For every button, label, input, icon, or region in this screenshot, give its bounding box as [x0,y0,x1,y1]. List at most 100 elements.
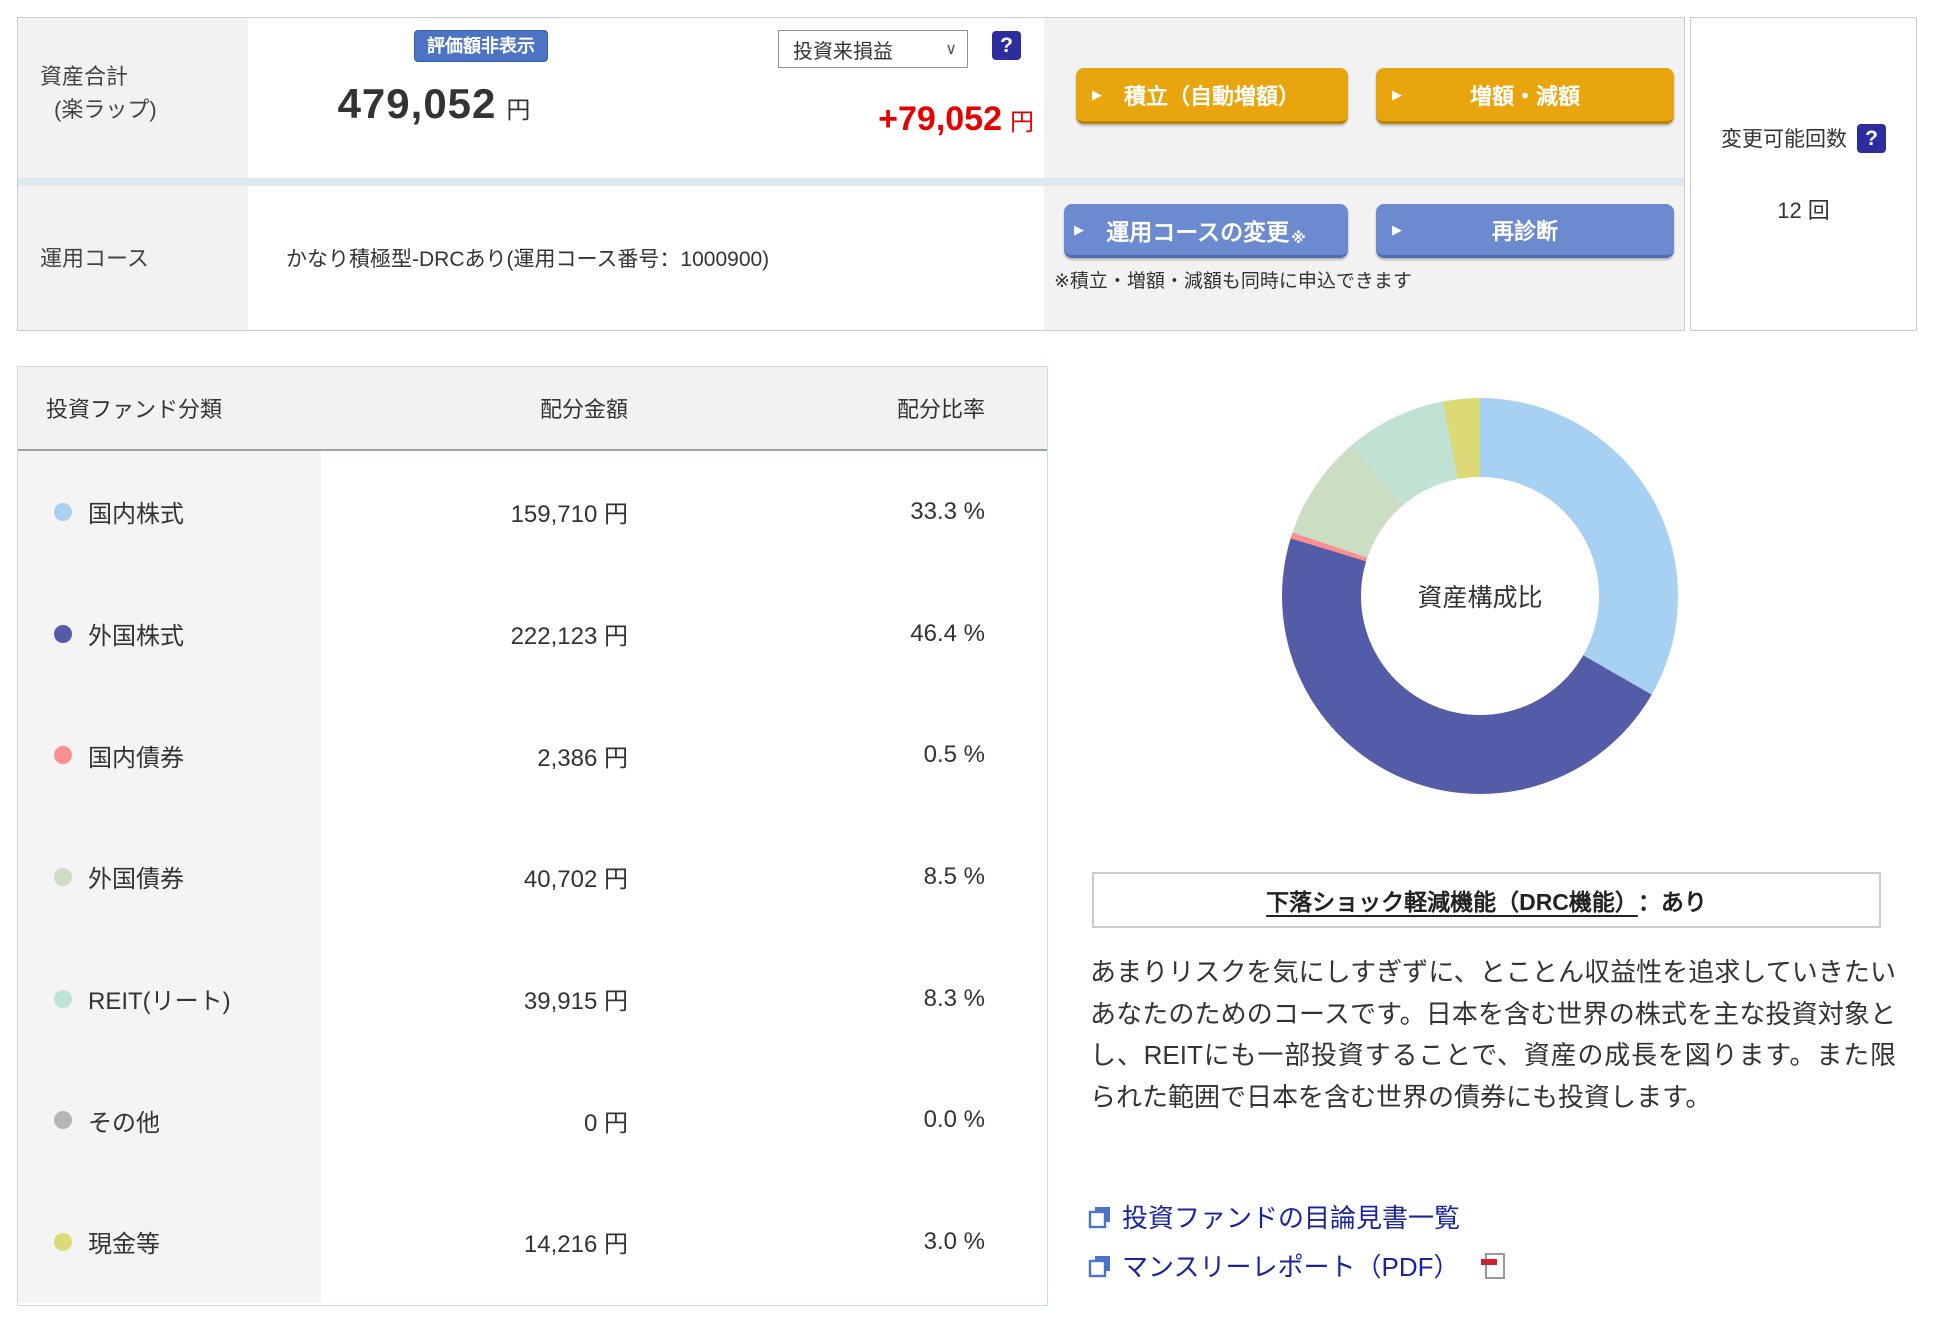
category-color-bullet-icon [54,624,72,643]
category-color-bullet-icon [54,867,72,886]
asset-total-row: 資産合計 (楽ラップ) 評価額非表示 479,052 円 投資来損益 ∨ ? +7… [18,18,1684,178]
tsumitate-button[interactable]: ▶ 積立（自動増額） [1076,68,1348,124]
allocation-amount-cell: 222,123 円 [510,623,628,651]
allocation-ratio-cell: 0.0 % [923,1106,985,1134]
fund-category-label: 外国株式 [88,623,184,651]
zougaku-button-label: 増額・減額 [1469,83,1580,109]
category-color-bullet-icon [54,989,72,1008]
drc-feature-box: 下落ショック軽減機能（DRC機能） ：あり [1092,872,1881,928]
fund-category-label: 国内株式 [88,501,184,529]
profit-period-select[interactable]: 投資来損益 ∨ [778,30,968,68]
course-change-button[interactable]: ▶ 運用コースの変更 ※ [1064,204,1348,258]
header-category: 投資ファンド分類 [46,397,223,422]
allocation-amount-cell: 39,915 円 [523,988,628,1016]
allocation-amount-cell: 14,216 円 [523,1231,628,1259]
allocation-amount-cell: 40,702 円 [523,866,628,894]
allocation-ratio-cell: 3.0 % [923,1227,985,1255]
donut-center-label: 資産構成比 [1361,477,1599,715]
allocation-ratio-cell: 0.5 % [923,741,985,769]
monthly-report-link-label: マンスリーレポート（PDF） [1122,1252,1460,1282]
course-value-text: かなり積極型-DRCあり(運用コース番号：1000900) [286,248,770,271]
asset-composition-donut-chart: 資産構成比 [1282,398,1678,794]
chevron-down-icon: ∨ [945,41,957,58]
tsumitate-button-label: 積立（自動増額） [1123,83,1300,109]
fund-category-cell: 現金等 [18,1181,321,1303]
category-color-bullet-icon [54,746,72,765]
asset-total-label-sub: (楽ラップ) [54,97,157,122]
change-count-panel: 変更可能回数 ? 12 回 [1690,17,1917,331]
button-arrow-icon: ▶ [1392,86,1402,102]
new-window-icon [1088,1206,1110,1228]
profit-help-icon[interactable]: ? [992,31,1021,60]
fund-category-label: 現金等 [88,1231,160,1259]
allocation-ratio-cell: 33.3 % [910,497,985,525]
header-ratio: 配分比率 [896,397,985,422]
allocation-ratio-cell: 8.3 % [923,984,985,1012]
change-count-label: 変更可能回数 [1721,128,1847,151]
fund-category-cell: 国内債券 [18,694,321,817]
fund-category-label: REIT(リート) [88,988,231,1016]
monthly-report-link[interactable]: マンスリーレポート（PDF） [1088,1247,1509,1284]
asset-total-buttons-cell: ▶ 積立（自動増額） ▶ 増額・減額 [1044,18,1684,178]
asset-total-label-main: 資産合計 [40,64,129,89]
fund-category-label: 国内債券 [88,744,184,772]
table-row: 外国株式 222,123 円 46.4 % [18,572,1047,695]
allocation-amount-cell: 2,386 円 [537,744,628,772]
table-row: 国内債券 2,386 円 0.5 % [18,694,1047,817]
button-arrow-icon: ▶ [1392,221,1402,237]
change-count-help-icon[interactable]: ? [1857,123,1886,153]
allocation-ratio-cell: 46.4 % [910,619,985,647]
asset-total-value-cell: 評価額非表示 479,052 円 投資来損益 ∨ ? +79,052 円 [248,18,1044,178]
asset-total-unit: 円 [506,97,531,124]
course-change-mark: ※ [1291,230,1306,247]
allocation-amount-cell: 0 円 [583,1109,628,1137]
fund-category-cell: 国内株式 [18,451,321,573]
hide-valuation-badge[interactable]: 評価額非表示 [414,30,548,62]
drc-feature-title: 下落ショック軽減機能（DRC機能） [1266,889,1638,915]
profit-amount: +79,052 円 [878,100,1034,139]
fund-category-label: 外国債券 [88,866,184,894]
course-value-cell: かなり積極型-DRCあり(運用コース番号：1000900) [248,186,1044,330]
allocation-table-header: 投資ファンド分類 配分金額 配分比率 [18,367,1047,451]
allocation-table-body: 国内株式 159,710 円 33.3 % 外国株式 222,123 円 46.4 % 国内… [18,451,1047,1303]
document-links: 投資ファンドの目論見書一覧 マンスリーレポート（PDF） [1088,1198,1509,1284]
change-count-value: 12 回 [1777,198,1830,223]
category-color-bullet-icon [54,1232,72,1251]
button-arrow-icon: ▶ [1092,86,1102,102]
course-row: 運用コース かなり積極型-DRCあり(運用コース番号：1000900) ▶ 運用… [18,186,1684,330]
zougaku-genngaku-button[interactable]: ▶ 増額・減額 [1376,68,1674,124]
profit-period-selected: 投資来損益 [793,40,893,63]
simultaneous-apply-note: ※積立・増額・減額も同時に申込できます [1054,271,1412,292]
course-description: あまりリスクを気にしすぎずに、とことん収益性を追求していきたいあなたのためのコー… [1090,957,1896,1112]
profit-number: +79,052 [878,100,1002,138]
allocation-amount-cell: 159,710 円 [510,501,628,529]
table-row: その他 0 円 0.0 % [18,1059,1047,1182]
fund-category-cell: 外国債券 [18,816,321,938]
table-row: REIT(リート) 39,915 円 8.3 % [18,937,1047,1060]
fund-category-label: その他 [88,1109,160,1137]
fund-category-cell: その他 [18,1059,321,1182]
table-row: 現金等 14,216 円 3.0 % [18,1181,1047,1303]
fund-category-cell: 外国株式 [18,572,321,695]
asset-total-amount: 479,052 円 [264,80,604,128]
course-label: 運用コース [18,186,248,330]
course-change-button-label: 運用コースの変更 [1106,218,1290,245]
category-color-bullet-icon [54,502,72,521]
prospectus-link[interactable]: 投資ファンドの目論見書一覧 [1088,1198,1509,1235]
asset-total-label: 資産合計 (楽ラップ) [18,18,248,178]
table-row: 外国債券 40,702 円 8.5 % [18,816,1047,938]
allocation-ratio-cell: 8.5 % [923,862,985,890]
header-amount: 配分金額 [539,397,628,422]
button-arrow-icon: ▶ [1074,221,1084,237]
profit-unit: 円 [1010,109,1034,136]
asset-total-number: 479,052 [337,80,497,127]
prospectus-link-label: 投資ファンドの目論見書一覧 [1122,1203,1461,1233]
allocation-table: 投資ファンド分類 配分金額 配分比率 国内株式 159,710 円 33.3 % 外国… [17,366,1048,1306]
category-color-bullet-icon [54,1111,72,1130]
row-separator [18,178,1684,186]
rediagnosis-button-label: 再診断 [1491,218,1558,244]
fund-category-cell: REIT(リート) [18,937,321,1060]
table-row: 国内株式 159,710 円 33.3 % [18,451,1047,573]
asset-summary-panel: 資産合計 (楽ラップ) 評価額非表示 479,052 円 投資来損益 ∨ ? +7… [17,17,1685,331]
rediagnosis-button[interactable]: ▶ 再診断 [1376,204,1674,258]
